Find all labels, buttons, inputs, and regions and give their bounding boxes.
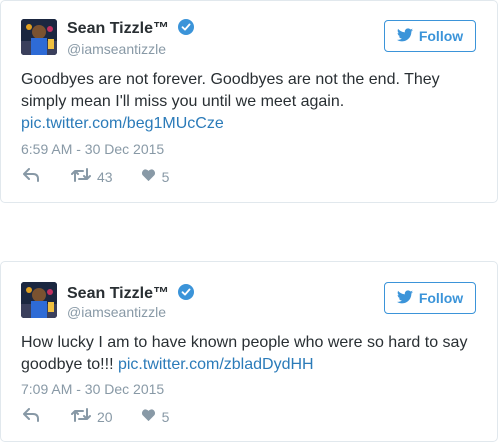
follow-label: Follow (418, 28, 464, 44)
follow-button[interactable]: Follow (384, 282, 476, 314)
follow-button[interactable]: Follow (384, 20, 476, 52)
retweet-icon (71, 408, 91, 425)
tweet-card: Sean Tizzle™ @iamseantizzle Follow How l… (0, 261, 498, 442)
author-handle[interactable]: @iamseantizzle (67, 304, 166, 320)
reply-icon (23, 408, 39, 425)
tweet-timestamp[interactable]: 7:09 AM - 30 Dec 2015 (21, 381, 164, 397)
like-button[interactable]: 5 (141, 408, 170, 425)
heart-icon (141, 408, 156, 425)
tweet-actions: 20 5 (23, 408, 169, 425)
tweet-text: Goodbyes are not forever. Goodbyes are n… (21, 69, 479, 135)
retweet-count: 43 (97, 168, 113, 185)
retweet-button[interactable]: 43 (71, 168, 113, 185)
author-name-text[interactable]: Sean Tizzle™ (67, 285, 169, 302)
tweet-timestamp[interactable]: 6:59 AM - 30 Dec 2015 (21, 141, 164, 157)
verified-badge-icon (178, 284, 195, 305)
heart-icon (141, 168, 156, 185)
tweet-text: How lucky I am to have known people who … (21, 332, 479, 376)
follow-label: Follow (418, 290, 464, 306)
author-name[interactable]: Sean Tizzle™ (67, 284, 195, 305)
like-count: 5 (161, 408, 170, 425)
reply-icon (23, 168, 39, 185)
retweet-icon (71, 168, 91, 185)
tweet-media-link[interactable]: pic.twitter.com/beg1MUcCze (21, 115, 224, 132)
tweet-media-link[interactable]: pic.twitter.com/zbladDydHH (118, 356, 314, 373)
retweet-count: 20 (97, 408, 113, 425)
author-handle[interactable]: @iamseantizzle (67, 41, 166, 57)
tweet-actions: 43 5 (23, 168, 169, 185)
avatar[interactable] (21, 282, 57, 318)
like-button[interactable]: 5 (141, 168, 170, 185)
reply-button[interactable] (23, 408, 41, 425)
tweet-body: Goodbyes are not forever. Goodbyes are n… (21, 71, 440, 110)
twitter-bird-icon (396, 27, 413, 45)
author-name[interactable]: Sean Tizzle™ (67, 19, 195, 40)
retweet-button[interactable]: 20 (71, 408, 113, 425)
reply-button[interactable] (23, 168, 41, 185)
twitter-bird-icon (396, 289, 413, 307)
author-name-text[interactable]: Sean Tizzle™ (67, 20, 169, 37)
verified-badge-icon (178, 19, 195, 40)
like-count: 5 (161, 168, 170, 185)
tweet-card: Sean Tizzle™ @iamseantizzle Follow Goodb… (0, 0, 498, 203)
avatar[interactable] (21, 19, 57, 55)
